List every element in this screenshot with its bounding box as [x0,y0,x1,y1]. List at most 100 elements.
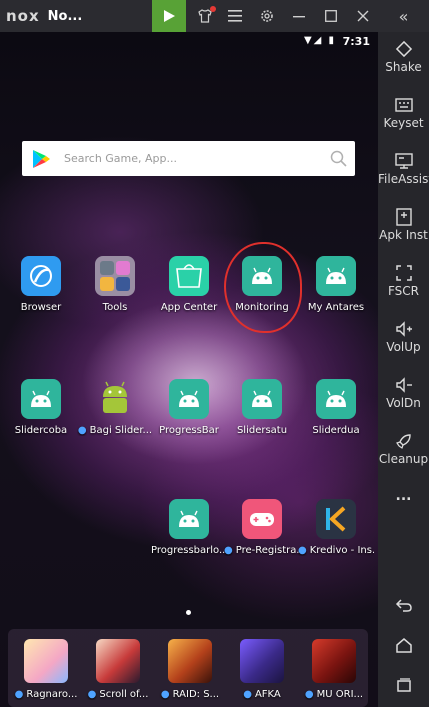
sidebar-item-voldn[interactable]: VolDn [378,374,429,410]
gamepad-icon [242,499,282,539]
app-label: ● AFKA [243,689,281,700]
app-afk-arena[interactable]: ● AFKA [224,639,300,700]
app-label: Slidersatu [236,425,288,436]
close-button[interactable] [348,0,378,32]
kredivo-icon [316,499,356,539]
ragnarok-icon [24,639,68,683]
maximize-icon [325,10,337,22]
sidebar-item-keyset[interactable]: Keyset [378,94,429,130]
app-browser[interactable]: Browser [3,256,79,313]
sidebar-item-volup[interactable]: VolUp [378,318,429,354]
app-sliderdua[interactable]: Sliderdua [298,379,374,436]
app-kredivo[interactable]: ●Kredivo - Ins... [298,499,374,556]
app-ragnarok[interactable]: ● Ragnaro... [8,639,84,700]
new-app-dot: ● [77,425,87,436]
scroll-of-onmyoji-icon [96,639,140,683]
title-bar: nox No... [0,0,429,32]
annotation-circle [224,242,302,333]
shake-icon [395,40,412,58]
minimize-icon [293,16,305,18]
app-label: Slidercoba [14,425,68,436]
google-play-icon [33,149,50,168]
home-button[interactable] [378,632,429,658]
android-icon [169,379,209,419]
app-center-icon [169,256,209,296]
sidebar-item-label: Keyset [383,116,424,130]
app-label: ● MU ORI... [304,689,364,700]
sidebar-item-label: FSCR [387,284,420,298]
close-icon [357,10,369,22]
back-button[interactable] [378,592,429,618]
android-screen: ▼◢ ▮ 7:31 Search Game, App... Browser To… [0,32,378,707]
app-pre-registration[interactable]: ● Pre-Registra... [224,499,300,556]
mu-origin-icon [312,639,356,683]
play-store-icon [164,10,175,22]
app-label: ● Scroll of... [87,689,149,700]
new-app-dot: ● [304,689,314,700]
sidebar-item-more[interactable]: ... [378,488,429,504]
sidebar-item-label: Cleanup [378,452,429,466]
status-icons: ▼◢ ▮ [303,35,336,46]
volume-down-icon [395,377,412,393]
sidebar-item-shake[interactable]: Shake [378,38,429,74]
app-scroll-of[interactable]: ● Scroll of... [80,639,156,700]
menu-button[interactable] [220,0,250,32]
sidebar-item-label: VolUp [386,340,421,354]
app-mu-origin[interactable]: ● MU ORI... [296,639,372,700]
app-label: Sliderdua [312,425,360,436]
app-progressbar[interactable]: ProgressBar [151,379,227,436]
apk-install-icon [395,208,412,226]
app-raid[interactable]: ● RAID: S... [152,639,228,700]
new-app-dot: ● [243,689,252,700]
app-bagi-slider[interactable]: ● Bagi Slider... [77,379,153,436]
sidebar-item-label: Shake [385,60,422,74]
emulator-window: nox No... ▼◢ ▮ 7:31 Search Game, App... … [0,0,429,707]
sidebar-item-cleanup[interactable]: Cleanup [378,430,429,466]
home-icon [395,638,412,653]
new-app-dot: ● [224,545,233,556]
app-label: ● Ragnaro... [14,689,78,700]
tools-folder-icon [95,256,135,296]
app-label: Browser [20,302,62,313]
app-label: ProgressBar [159,425,219,436]
back-icon [395,599,412,612]
android-icon [21,379,61,419]
more-icon: ... [395,488,412,504]
recents-icon [396,678,411,692]
app-slidersatu[interactable]: Slidersatu [224,379,300,436]
search-icon [330,150,347,167]
sidebar-item-fileassist[interactable]: FileAssist [378,150,429,186]
app-progressbarlo[interactable]: Progressbarlo... [151,499,227,556]
new-app-dot: ● [14,689,24,700]
app-label: Tools [102,302,128,313]
dock: ● Ragnaro... ● Scroll of... ● RAID: S... ● A… [8,629,368,707]
new-app-dot: ● [87,689,97,700]
fullscreen-icon [395,265,412,281]
app-app-center[interactable]: App Center [151,256,227,313]
android-icon [316,256,356,296]
settings-button[interactable] [252,0,282,32]
raid-icon [168,639,212,683]
play-store-button[interactable] [152,0,186,32]
android-icon [316,379,356,419]
search-input[interactable]: Search Game, App... [64,152,329,165]
gear-icon [261,10,273,22]
search-bar[interactable]: Search Game, App... [22,141,355,176]
app-slidercoba[interactable]: Slidercoba [3,379,79,436]
maximize-button[interactable] [316,0,346,32]
theme-button[interactable] [190,0,220,32]
menu-icon [228,10,242,22]
keyboard-icon [394,98,413,112]
notification-dot [210,6,216,12]
afk-arena-icon [240,639,284,683]
app-tools[interactable]: Tools [77,256,153,313]
app-label: Progressbarlo... [151,545,227,556]
sidebar-item-fscr[interactable]: FSCR [378,262,429,298]
volume-up-icon [395,321,412,337]
minimize-button[interactable] [284,0,314,32]
collapse-sidebar-button[interactable]: « [378,0,429,32]
app-my-antares[interactable]: My Antares [298,256,374,313]
recents-button[interactable] [378,672,429,698]
android-green-icon [95,379,135,419]
sidebar-item-apk-install[interactable]: Apk Inst [378,206,429,242]
